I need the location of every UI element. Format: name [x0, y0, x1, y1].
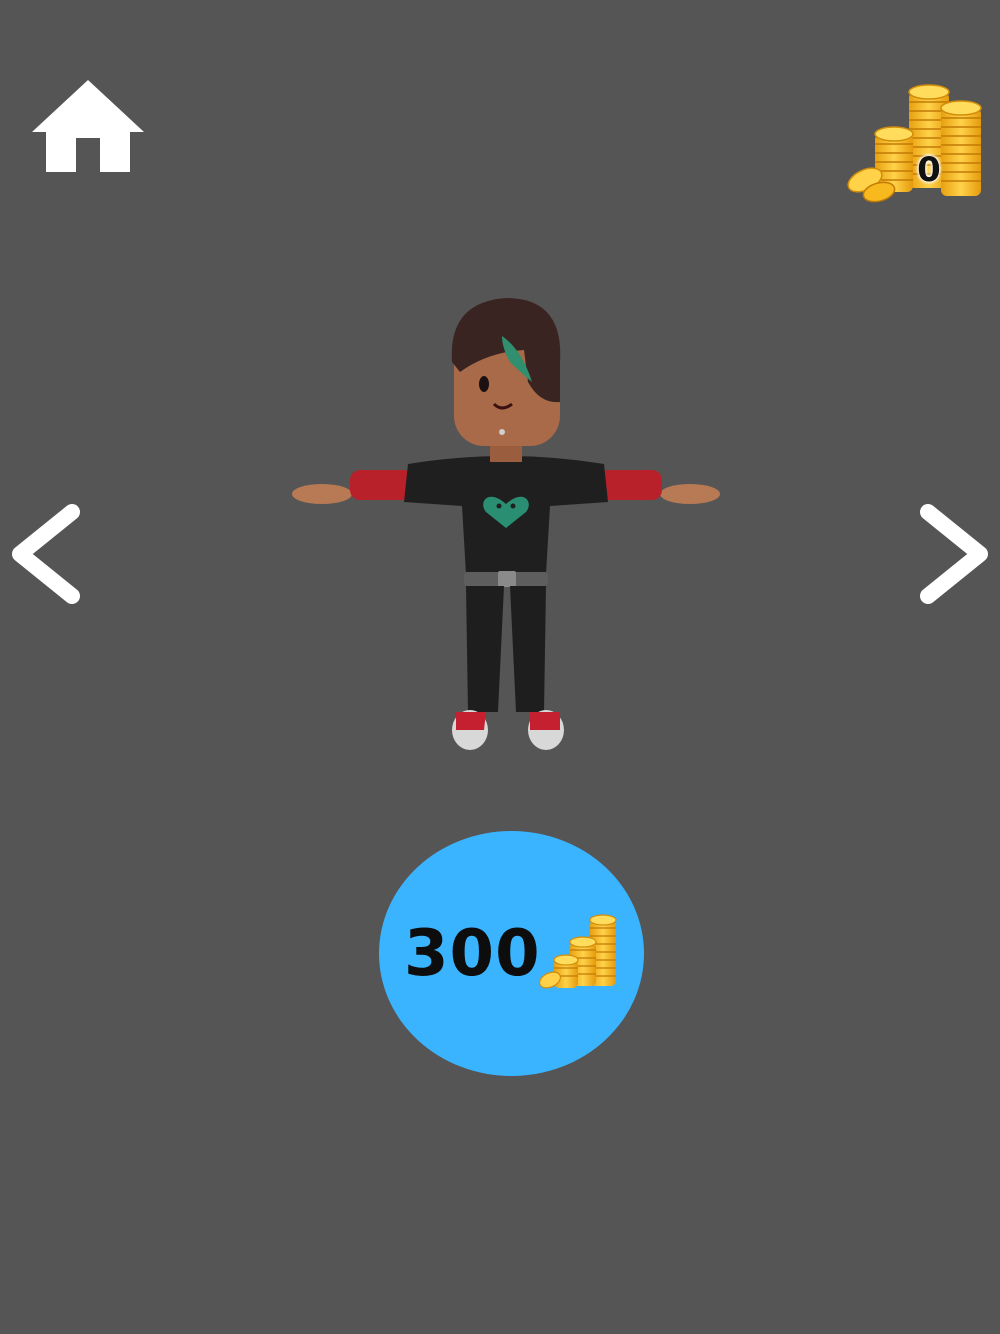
next-character-button[interactable]: [914, 500, 994, 608]
coin-balance-value: 0: [917, 150, 941, 190]
character-avatar: [292, 298, 720, 750]
chevron-left-icon: [12, 504, 80, 604]
home-icon: [32, 80, 144, 172]
home-button[interactable]: [30, 78, 146, 176]
previous-character-button[interactable]: [6, 500, 86, 608]
price-label: 300: [404, 917, 541, 991]
coin-stack-icon: [539, 914, 617, 989]
price-coin-icon: [538, 912, 622, 994]
character-preview: [288, 292, 724, 762]
chevron-right-icon: [920, 504, 988, 604]
